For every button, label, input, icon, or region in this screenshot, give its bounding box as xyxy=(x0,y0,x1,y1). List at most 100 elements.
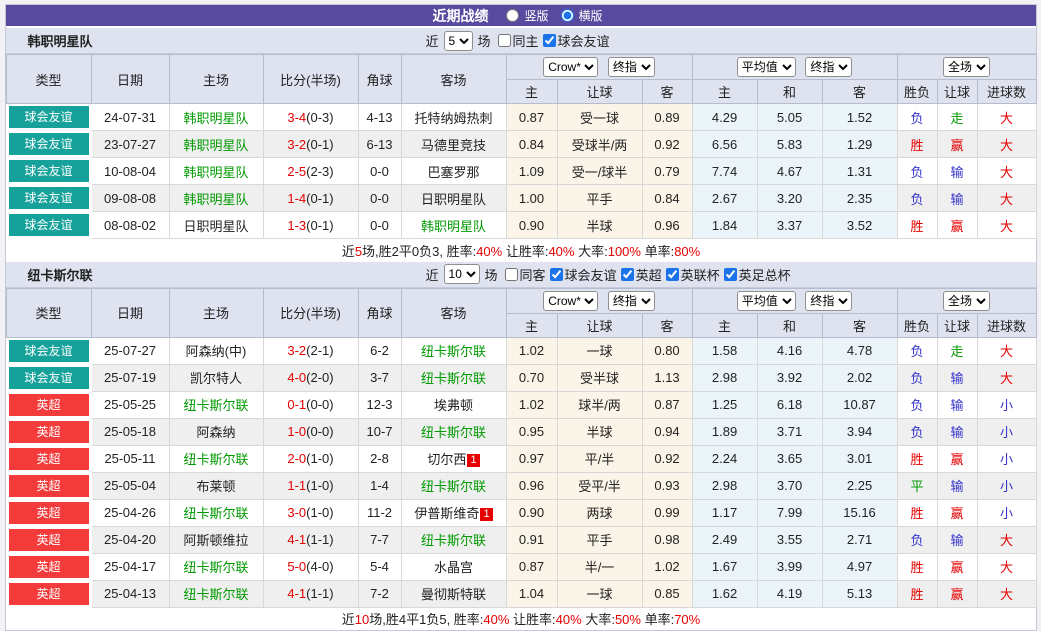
home-team: 阿斯顿维拉 xyxy=(169,526,263,553)
team-section-home: 韩职明星队 近 5 场 同主球会友谊 类型 日期 主场 xyxy=(6,28,1036,262)
match-type-badge: 球会友谊 xyxy=(9,160,89,182)
half-time-score: (2-1) xyxy=(306,343,333,358)
avg-draw: 3.71 xyxy=(757,418,822,445)
summary-segment: 80% xyxy=(674,244,700,259)
layout-radio[interactable] xyxy=(506,9,519,22)
away-team: 韩职明星队 xyxy=(401,212,506,239)
summary-segment: 100% xyxy=(608,244,641,259)
odds-home: 0.87 xyxy=(506,104,557,131)
odds-away: 0.87 xyxy=(642,391,692,418)
near-label: 近 xyxy=(426,265,439,284)
summary-segment: 40% xyxy=(476,244,502,259)
scope-select[interactable]: 全场 xyxy=(943,57,990,77)
sub-header-handicap-result: 让球 xyxy=(937,313,977,337)
sub-header-handicap: 让球 xyxy=(557,80,642,104)
filter-checkbox[interactable] xyxy=(498,34,511,47)
filter-checkbox-option[interactable]: 英足总杯 xyxy=(724,265,791,284)
away-team: 巴塞罗那 xyxy=(401,158,506,185)
filter-checkbox[interactable] xyxy=(724,268,737,281)
result-handicap: 输 xyxy=(937,185,977,212)
match-row: 球会友谊10-08-04韩职明星队2-5(2-3)0-0巴塞罗那1.09受一/球… xyxy=(6,158,1036,185)
avg-away: 1.52 xyxy=(822,104,897,131)
match-type-badge: 英超 xyxy=(9,529,89,551)
avg-source-select[interactable]: 平均值 xyxy=(737,291,796,311)
layout-radio-option[interactable]: 横版 xyxy=(561,7,603,24)
full-time-score: 2-5 xyxy=(287,164,306,179)
away-team-name: 马德里竞技 xyxy=(421,138,486,153)
avg-home: 2.49 xyxy=(692,526,757,553)
filter-checkbox-option[interactable]: 球会友谊 xyxy=(550,265,617,284)
corners: 6-13 xyxy=(358,131,401,158)
avg-home: 2.24 xyxy=(692,445,757,472)
match-type-badge: 球会友谊 xyxy=(9,214,89,236)
handicap-line: 两球 xyxy=(557,499,642,526)
summary-segment: 单率: xyxy=(641,612,674,627)
away-team: 托特纳姆热刺 xyxy=(401,104,506,131)
result-goals: 大 xyxy=(977,526,1036,553)
odds-time-select[interactable]: 终指 xyxy=(608,291,655,311)
summary-segment: 大率: xyxy=(582,612,615,627)
filter-checkbox[interactable] xyxy=(621,268,634,281)
home-team-name: 韩职明星队 xyxy=(183,111,248,126)
filter-checkbox-option[interactable]: 球会友谊 xyxy=(543,31,610,50)
scope-select[interactable]: 全场 xyxy=(943,291,990,311)
match-date: 08-08-02 xyxy=(91,212,169,239)
avg-source-select[interactable]: 平均值 xyxy=(737,57,796,77)
odds-company-select[interactable]: Crow* xyxy=(543,57,598,77)
match-type-badge: 英超 xyxy=(9,421,89,443)
layout-radio-label: 横版 xyxy=(579,7,603,24)
match-type-cell: 球会友谊 xyxy=(6,212,91,239)
match-row: 英超25-04-17纽卡斯尔联5-0(4-0)5-4水晶宫0.87半/一1.02… xyxy=(6,553,1036,580)
filter-checkbox-label: 同主 xyxy=(513,31,539,50)
result-goals: 大 xyxy=(977,580,1036,607)
match-type-badge: 英超 xyxy=(9,394,89,416)
filter-checkbox[interactable] xyxy=(550,268,563,281)
filter-checkbox-option[interactable]: 同主 xyxy=(498,31,539,50)
match-type-cell: 英超 xyxy=(6,553,91,580)
home-team: 纽卡斯尔联 xyxy=(169,499,263,526)
stats-summary: 近5场,胜2平0负3, 胜率:40% 让胜率:40% 大率:100% 单率:80… xyxy=(6,239,1036,262)
match-type-cell: 英超 xyxy=(6,580,91,607)
filter-checkbox[interactable] xyxy=(543,34,556,47)
avg-time-select[interactable]: 终指 xyxy=(805,57,852,77)
filter-checkbox-option[interactable]: 英联杯 xyxy=(666,265,720,284)
sub-header-goals: 进球数 xyxy=(977,313,1036,337)
avg-time-select[interactable]: 终指 xyxy=(805,291,852,311)
avg-home: 1.58 xyxy=(692,337,757,364)
result-winloss: 平 xyxy=(897,472,937,499)
half-time-score: (1-1) xyxy=(306,586,333,601)
match-date: 25-07-27 xyxy=(91,337,169,364)
recent-games-select[interactable]: 5 xyxy=(444,31,473,51)
sub-header-odds-home: 主 xyxy=(506,313,557,337)
odds-home: 0.96 xyxy=(506,472,557,499)
matches-body: 球会友谊24-07-31韩职明星队3-4(0-3)4-13托特纳姆热刺0.87受… xyxy=(6,104,1036,239)
avg-away: 2.35 xyxy=(822,185,897,212)
odds-company-select[interactable]: Crow* xyxy=(543,291,598,311)
match-date: 23-07-27 xyxy=(91,131,169,158)
col-header-home: 主场 xyxy=(169,288,263,337)
half-time-score: (4-0) xyxy=(306,559,333,574)
odds-away: 0.94 xyxy=(642,418,692,445)
layout-radio-group: 竖版 横版 xyxy=(500,7,608,25)
odds-time-select[interactable]: 终指 xyxy=(608,57,655,77)
match-date: 25-05-04 xyxy=(91,472,169,499)
away-team: 水晶宫 xyxy=(401,553,506,580)
match-type-cell: 英超 xyxy=(6,526,91,553)
filter-checkbox[interactable] xyxy=(666,268,679,281)
filter-checkbox[interactable] xyxy=(505,268,518,281)
away-team-name: 纽卡斯尔联 xyxy=(421,533,486,548)
layout-radio[interactable] xyxy=(561,9,574,22)
avg-away: 2.71 xyxy=(822,526,897,553)
filter-checkbox-option[interactable]: 英超 xyxy=(621,265,662,284)
match-row: 球会友谊08-08-02日职明星队1-3(0-1)0-0韩职明星队0.90半球0… xyxy=(6,212,1036,239)
recent-games-select[interactable]: 10 xyxy=(444,264,480,284)
odds-away: 0.80 xyxy=(642,337,692,364)
filter-checkbox-option[interactable]: 同客 xyxy=(505,265,546,284)
odds-away: 0.85 xyxy=(642,580,692,607)
home-team-name: 纽卡斯尔联 xyxy=(183,587,248,602)
handicap-line: 半球 xyxy=(557,418,642,445)
corners: 3-7 xyxy=(358,364,401,391)
layout-radio-option[interactable]: 竖版 xyxy=(506,7,548,24)
corners: 7-7 xyxy=(358,526,401,553)
home-team-name: 韩职明星队 xyxy=(183,138,248,153)
